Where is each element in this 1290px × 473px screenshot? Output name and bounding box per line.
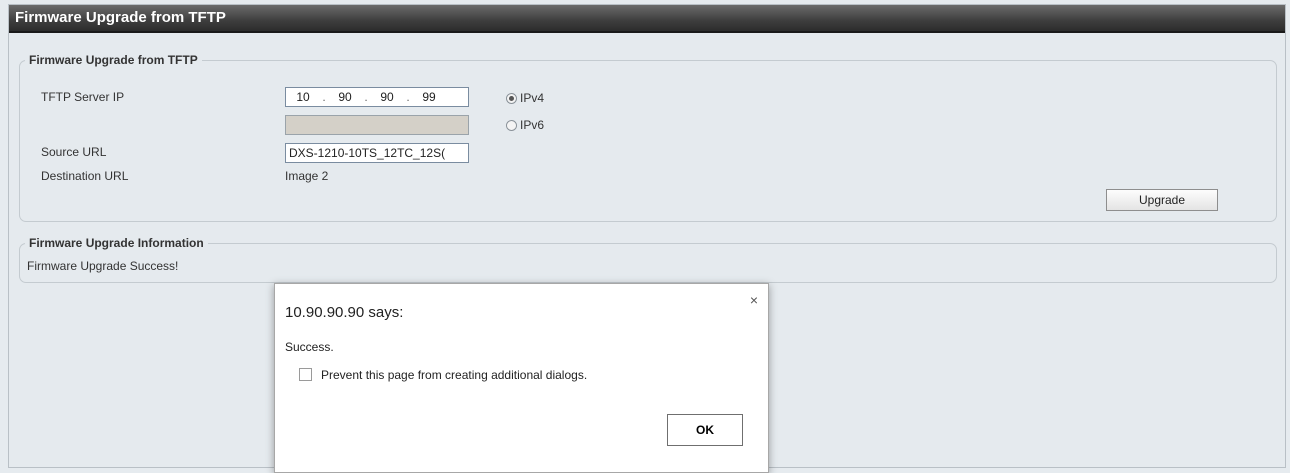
upgrade-button[interactable]: Upgrade — [1106, 189, 1218, 211]
tftp-server-ip-input[interactable]: 10 . 90 . 90 . 99 — [285, 87, 469, 107]
upgrade-status-message: Firmware Upgrade Success! — [27, 259, 179, 273]
destination-url-label: Destination URL — [41, 169, 129, 183]
ipv6-radio[interactable] — [506, 120, 517, 131]
ip-octet-3[interactable]: 90 — [370, 90, 404, 104]
ip-separator: . — [406, 90, 410, 104]
destination-url-value: Image 2 — [285, 169, 329, 183]
ip-octet-1[interactable]: 10 — [286, 90, 320, 104]
page-title-bar: Firmware Upgrade from TFTP — [9, 5, 1285, 33]
ipv4-label: IPv4 — [520, 91, 545, 105]
alert-dialog: 10.90.90.90 says: × Success. Prevent thi… — [274, 283, 769, 473]
ipv6-label: IPv6 — [520, 118, 545, 132]
info-legend: Firmware Upgrade Information — [25, 236, 208, 250]
dialog-title: 10.90.90.90 says: — [285, 304, 404, 321]
dialog-message: Success. — [285, 340, 334, 354]
ip-octet-4[interactable]: 99 — [412, 90, 446, 104]
ip-octet-2[interactable]: 90 — [328, 90, 362, 104]
ip-separator: . — [322, 90, 326, 104]
prevent-dialogs-label[interactable]: Prevent this page from creating addition… — [321, 368, 587, 382]
page-title: Firmware Upgrade from TFTP — [15, 9, 226, 26]
upgrade-fieldset — [19, 60, 1277, 222]
tftp-server-ip-label: TFTP Server IP — [41, 90, 125, 104]
close-icon[interactable]: × — [750, 292, 758, 308]
source-url-label: Source URL — [41, 145, 107, 159]
prevent-dialogs-checkbox[interactable] — [299, 368, 312, 381]
ipv6-address-input[interactable] — [285, 115, 469, 135]
ipv4-radio[interactable] — [506, 93, 517, 104]
upgrade-legend: Firmware Upgrade from TFTP — [25, 53, 202, 67]
source-url-input[interactable]: DXS-1210-10TS_12TC_12S( — [285, 143, 469, 163]
ok-button[interactable]: OK — [667, 414, 743, 446]
ip-separator: . — [364, 90, 368, 104]
